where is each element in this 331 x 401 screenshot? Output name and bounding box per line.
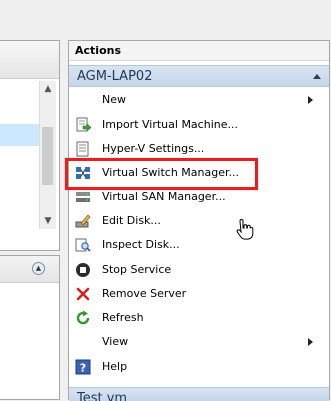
import-vm-icon [76,117,91,132]
action-label: Edit Disk... [102,214,161,227]
submenu-arrow-icon [308,338,313,346]
action-inspect-disk[interactable]: Inspect Disk... [69,233,329,257]
action-label: Refresh [102,311,144,324]
action-refresh[interactable]: Refresh [69,306,329,330]
action-help[interactable]: ? Help [69,355,329,379]
submenu-arrow-icon [308,96,313,104]
scroll-down-arrow-icon[interactable]: ▼ [40,213,56,229]
action-edit-disk[interactable]: Edit Disk... [69,209,329,233]
vertical-scrollbar[interactable]: ▲ ▼ [39,81,56,229]
san-icon [76,192,90,202]
inspect-disk-icon [75,238,91,252]
action-import-vm[interactable]: Import Virtual Machine... [69,113,329,137]
section-header-vm[interactable]: Test vm [69,387,329,401]
settings-page-icon [76,141,89,157]
action-remove-server[interactable]: Remove Server [69,282,329,306]
section-server-name: AGM-LAP02 [77,69,153,84]
action-label: View [102,335,129,348]
highlight-box [65,158,258,190]
action-label: Help [102,360,128,373]
remove-x-icon [76,287,90,301]
actions-pane: Actions AGM-LAP02 New Import Virtual Mac… [65,40,330,401]
action-label: Stop Service [102,263,172,276]
left-pane-list: ▲ ▼ [0,40,60,251]
collapse-section-icon[interactable] [313,74,321,79]
stop-icon [76,263,90,277]
left-pane-header [0,41,59,79]
left-details-pane: ▲ [0,255,60,400]
action-label: New [102,93,126,106]
collapse-pane-icon[interactable]: ▲ [32,262,45,275]
scrollbar-thumb[interactable] [42,127,53,185]
details-pane-header: ▲ [0,256,59,283]
action-label: Import Virtual Machine... [102,118,238,131]
edit-disk-icon [75,214,91,228]
help-icon: ? [75,359,91,375]
action-label: Inspect Disk... [102,238,180,251]
action-new[interactable]: New [69,88,329,112]
selected-list-row[interactable] [0,124,40,146]
section-header-server[interactable]: AGM-LAP02 [69,65,329,87]
scroll-up-arrow-icon[interactable]: ▲ [40,81,56,97]
action-stop-service[interactable]: Stop Service [69,258,329,282]
svg-text:?: ? [80,362,86,375]
actions-title: Actions [69,41,329,61]
refresh-icon [76,310,90,325]
hand-cursor-icon [236,219,254,240]
action-label: Remove Server [102,287,187,300]
action-view[interactable]: View [69,330,329,354]
